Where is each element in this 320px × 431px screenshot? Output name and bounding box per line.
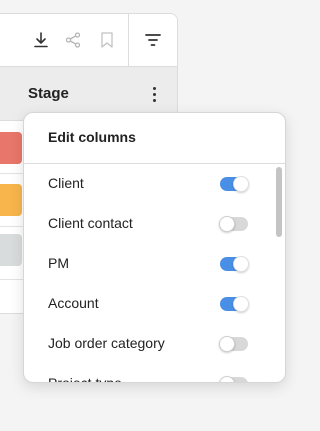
column-toggle-client-contact[interactable] [219, 216, 248, 232]
stage-chip [0, 234, 22, 266]
page: Stage Edit columns Client Client contact [0, 0, 319, 431]
bookmark-icon[interactable] [96, 29, 118, 51]
column-item-label: Client contact [48, 215, 133, 231]
column-list-scrollbar[interactable] [276, 167, 282, 237]
filter-icon[interactable] [142, 29, 164, 51]
share-icon[interactable] [62, 29, 84, 51]
column-item-label: Project type [48, 375, 122, 383]
stage-chip [0, 132, 22, 164]
column-item-account[interactable]: Account [24, 284, 274, 324]
column-item-client[interactable]: Client [24, 164, 274, 204]
edit-columns-popover: Edit columns Client Client contact PM Ac… [23, 112, 286, 383]
stage-chip [0, 184, 22, 216]
column-item-label: Job order category [48, 335, 165, 351]
stage-column-header[interactable]: Stage [28, 85, 69, 102]
column-list[interactable]: Client Client contact PM Account Job ord… [24, 164, 274, 383]
column-toggle-account[interactable] [220, 296, 249, 312]
download-icon[interactable] [30, 29, 52, 51]
table-toolbar [0, 14, 177, 67]
column-toggle-project-type[interactable] [219, 376, 248, 382]
column-item-client-contact[interactable]: Client contact [24, 204, 274, 244]
column-item-project-type[interactable]: Project type [24, 364, 274, 383]
column-item-pm[interactable]: PM [24, 244, 274, 284]
column-item-label: PM [48, 255, 69, 271]
column-item-label: Account [48, 295, 99, 311]
column-toggle-job-order-category[interactable] [219, 336, 248, 352]
popover-title: Edit columns [48, 129, 136, 145]
column-toggle-pm[interactable] [220, 256, 249, 272]
column-menu-icon[interactable] [146, 84, 162, 104]
column-toggle-client[interactable] [220, 176, 249, 192]
column-item-label: Client [48, 175, 84, 191]
column-item-job-order-category[interactable]: Job order category [24, 324, 274, 364]
toolbar-divider [128, 14, 129, 67]
